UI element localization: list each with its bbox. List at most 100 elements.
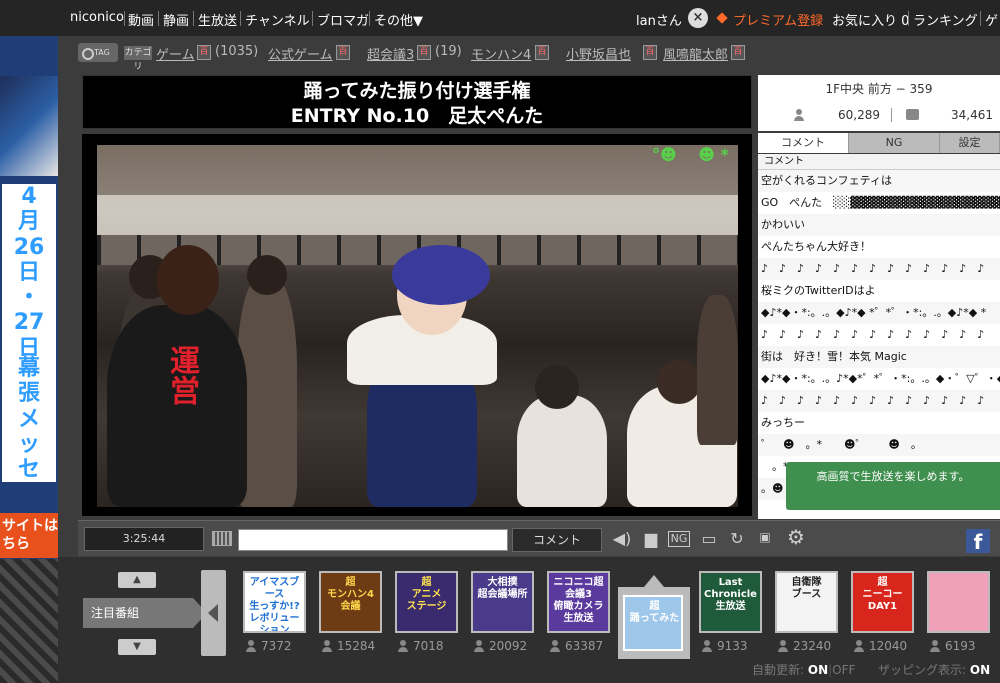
ad-venue: 幕張メッセ bbox=[2, 356, 56, 483]
stage-banner bbox=[97, 195, 738, 235]
comment-toggle-icon[interactable]: ▆ bbox=[640, 529, 662, 549]
nav-separator bbox=[240, 11, 241, 26]
program-viewer-count: 7018 bbox=[397, 639, 444, 653]
dictionary-icon[interactable]: 百 bbox=[417, 45, 431, 60]
nav-video[interactable]: 動画 bbox=[128, 10, 154, 29]
nav-seiga[interactable]: 静画 bbox=[163, 10, 189, 29]
stats-panel: 1F中央 前方 − 359 60,289 34,461 bbox=[758, 75, 1000, 131]
program-thumbnail[interactable]: 超 モンハン4 会議 bbox=[319, 571, 382, 633]
program-title: 自衛隊 ブース bbox=[791, 577, 822, 600]
comment-submit-button[interactable]: コメント bbox=[512, 528, 602, 552]
comment-row[interactable]: かわいい bbox=[758, 214, 1000, 236]
scroll-left-button[interactable] bbox=[201, 570, 226, 656]
facebook-icon[interactable]: f bbox=[966, 529, 990, 554]
featured-label: 注目番組 bbox=[83, 598, 207, 628]
comment-row[interactable]: ♪ ♪ ♪ ♪ ♪ ♪ ♪ ♪ ♪ ♪ ♪ ♪ ♪ bbox=[758, 390, 1000, 412]
nav-niconico[interactable]: niconico bbox=[70, 10, 124, 25]
premium-register-link[interactable]: プレミアム登録 bbox=[733, 10, 823, 29]
ng-icon[interactable]: NG bbox=[668, 531, 690, 547]
favorites-link[interactable]: お気に入り 0 bbox=[832, 10, 909, 29]
comment-row[interactable]: ◆♪*◆・*:。.。♪*◆*゜*゜・*:。.。◆・゜▽゜・◆ ♪ bbox=[758, 368, 1000, 390]
program-thumbnail[interactable]: 超 アニメ ステージ bbox=[395, 571, 458, 633]
comment-input[interactable] bbox=[238, 529, 508, 551]
staff-shirt-print: 運営 bbox=[164, 345, 199, 405]
tag-onosaka[interactable]: 小野坂昌也 bbox=[566, 44, 631, 63]
crowd-head bbox=[535, 365, 579, 409]
crowd-figure bbox=[697, 295, 738, 445]
program-thumbnail[interactable]: ニコニコ超会議3 俯瞰カメラ 生放送 bbox=[547, 571, 610, 633]
ranking-link[interactable]: ランキング bbox=[913, 10, 978, 29]
user-name[interactable]: lanさん bbox=[636, 10, 682, 29]
program-thumbnail[interactable]: 自衛隊 ブース bbox=[775, 571, 838, 633]
reload-icon[interactable]: ↻ bbox=[727, 529, 747, 549]
video-player[interactable]: 運営 °☻ ☻ * bbox=[82, 134, 752, 516]
tag-kazanaki[interactable]: 風鳴龍太郎 bbox=[663, 44, 728, 63]
tab-comment[interactable]: コメント bbox=[758, 133, 849, 153]
dictionary-icon[interactable]: 百 bbox=[535, 45, 549, 60]
screen-size-icon[interactable]: ▭ bbox=[698, 529, 720, 549]
seat-info: 1F中央 前方 − 359 bbox=[825, 82, 933, 96]
tab-ng[interactable]: NG bbox=[849, 133, 940, 153]
comment-row[interactable]: ◆♪*◆・*:。.。◆♪*◆ *゜*゜・*:。.。◆♪*◆ * bbox=[758, 302, 1000, 324]
program-thumbnail[interactable] bbox=[927, 571, 990, 633]
app-icon[interactable]: ▣ bbox=[754, 527, 776, 547]
comment-row[interactable]: GO ぺんた ░░▓▓▓▓▓▓▓▓▓▓▓▓▓▓▓▓▓▓▓▓▓ bbox=[758, 192, 1000, 214]
program-title: 大相撲 超会議場所 bbox=[477, 577, 528, 600]
viewers-icon bbox=[777, 640, 789, 652]
tag-game[interactable]: ゲーム bbox=[156, 44, 195, 63]
nav-blomaga[interactable]: ブロマガ bbox=[317, 10, 369, 29]
tag-monhan4[interactable]: モンハン4 bbox=[471, 44, 531, 63]
comment-row[interactable]: 桜ミクのTwitterIDはよ bbox=[758, 280, 1000, 302]
comment-row[interactable]: みっちー bbox=[758, 412, 1000, 434]
tag-count: (1035) bbox=[215, 44, 259, 59]
comment-row[interactable]: ♪ ♪ ♪ ♪ ♪ ♪ ♪ ♪ ♪ ♪ ♪ ♪ ♪ bbox=[758, 258, 1000, 280]
hq-notice-banner[interactable]: 高画質で生放送を楽しめます。 bbox=[786, 462, 1000, 510]
dictionary-icon[interactable]: 百 bbox=[197, 45, 211, 60]
nav-separator bbox=[908, 11, 909, 26]
game-link[interactable]: ゲ bbox=[985, 10, 998, 29]
viewers-icon bbox=[853, 640, 865, 652]
comment-row[interactable]: 空がくれるコンフェティは bbox=[758, 170, 1000, 192]
dictionary-icon[interactable]: 百 bbox=[643, 45, 657, 60]
nav-separator bbox=[980, 11, 981, 26]
auto-update-toggle[interactable]: 自動更新: ON|OFF bbox=[752, 661, 855, 678]
program-title bbox=[929, 573, 988, 631]
tag-official-game[interactable]: 公式ゲーム bbox=[268, 44, 333, 63]
program-thumbnail[interactable]: アイマスブース 生っすか!? レボリューション ステージ bbox=[243, 571, 306, 633]
nav-live[interactable]: 生放送 bbox=[198, 10, 237, 29]
dictionary-icon[interactable]: 百 bbox=[336, 45, 350, 60]
zapping-toggle[interactable]: ザッピング表示: ON bbox=[878, 661, 990, 678]
close-icon[interactable]: × bbox=[688, 8, 708, 28]
comment-row[interactable]: ゜ ☻ 。* ☻゜ ☻ 。 bbox=[758, 434, 1000, 456]
viewers-icon bbox=[245, 640, 257, 652]
video-frame[interactable]: 運営 °☻ ☻ * bbox=[97, 145, 738, 507]
nav-channel[interactable]: チャンネル bbox=[245, 10, 310, 29]
volume-icon[interactable]: ◀) bbox=[612, 529, 632, 549]
comment-row[interactable]: ♪ ♪ ♪ ♪ ♪ ♪ ♪ ♪ ♪ ♪ ♪ ♪ ♪ bbox=[758, 324, 1000, 346]
comment-row[interactable]: ぺんたちゃん大好き！ bbox=[758, 236, 1000, 258]
program-thumbnail[interactable]: Last Chronicle 生放送 bbox=[699, 571, 762, 633]
viewers-icon bbox=[397, 640, 409, 652]
scroll-down-button[interactable]: ▼ bbox=[118, 639, 156, 655]
program-thumbnail[interactable]: 超 ニーコー DAY1 bbox=[851, 571, 914, 633]
ad-site-link[interactable]: サイトは ちら bbox=[0, 513, 58, 558]
comment-row[interactable]: 街は 好き！雪！本気 Magic bbox=[758, 346, 1000, 368]
tag-chokaigi3[interactable]: 超会議3 bbox=[367, 44, 414, 63]
viewer-count: 60,289 bbox=[838, 108, 880, 122]
keyboard-icon[interactable] bbox=[212, 531, 232, 546]
comment-bubble-icon bbox=[906, 109, 919, 120]
program-title: ニコニコ超会議3 俯瞰カメラ 生放送 bbox=[553, 577, 604, 624]
gear-icon[interactable]: ⚙ bbox=[784, 527, 808, 547]
staff-head bbox=[157, 245, 219, 315]
dictionary-icon[interactable]: 百 bbox=[731, 45, 745, 60]
tab-settings[interactable]: 設定 bbox=[940, 133, 1000, 153]
program-thumbnail[interactable]: 超 踊ってみた bbox=[623, 595, 683, 651]
nav-more[interactable]: その他▼ bbox=[374, 10, 423, 29]
scroll-up-button[interactable]: ▲ bbox=[118, 572, 156, 588]
crowd-figure bbox=[517, 395, 607, 507]
program-thumbnail[interactable]: 大相撲 超会議場所 bbox=[471, 571, 534, 633]
comment-tabs: コメント NG 設定 bbox=[758, 133, 1000, 153]
ad-crowd-image bbox=[0, 559, 58, 683]
left-advertisement[interactable]: 4 月 26 日 ・ 27 日 幕張メッセ サイトは ちら bbox=[0, 36, 58, 683]
nav-separator bbox=[124, 11, 125, 26]
